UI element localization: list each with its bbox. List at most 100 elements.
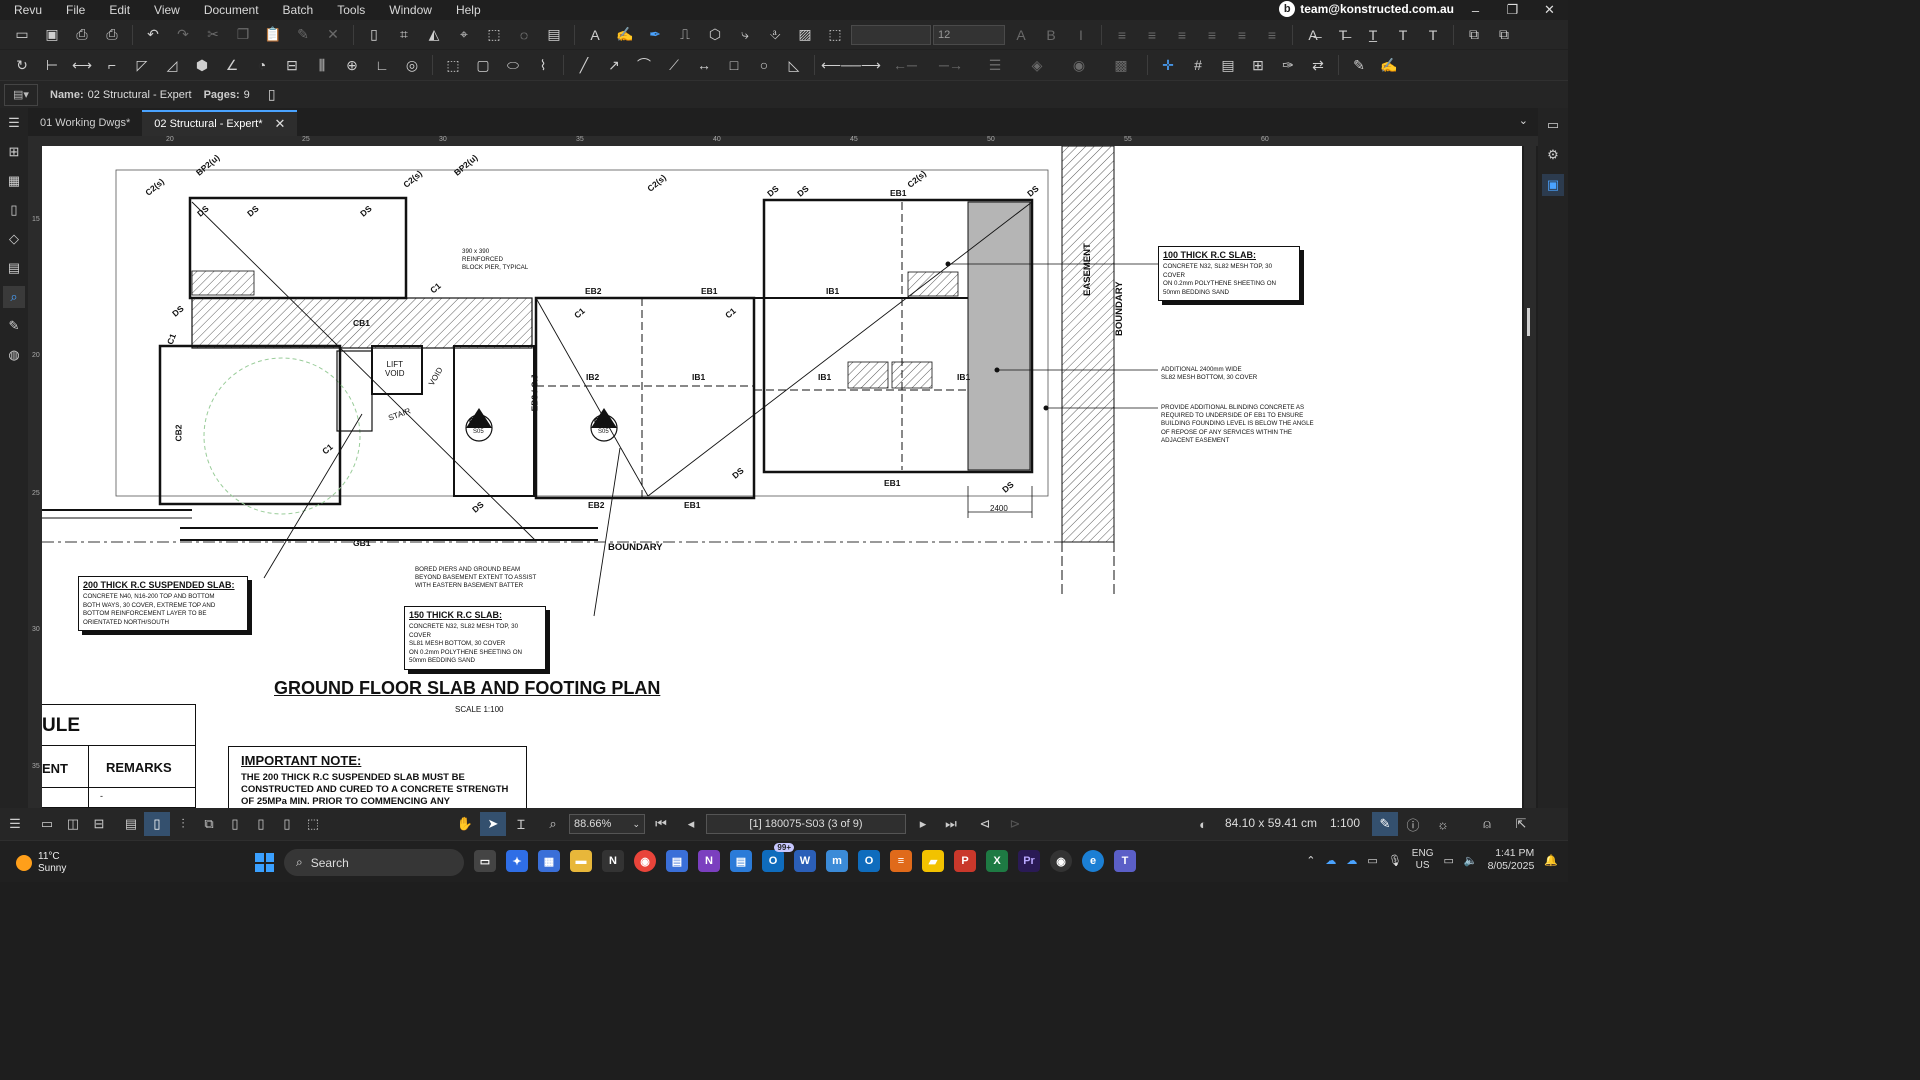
copilot-icon[interactable]: ✦	[506, 850, 528, 872]
measurements-icon[interactable]: ▭	[1542, 114, 1564, 136]
cloud-plus-icon[interactable]: ⬚	[439, 53, 467, 77]
snapshot-icon[interactable]: ⬚	[480, 23, 508, 47]
measure-radius-icon[interactable]: ⊕	[338, 53, 366, 77]
line-color-icon[interactable]: ◈	[1017, 53, 1057, 77]
save-icon[interactable]: ▣	[38, 23, 66, 47]
polygon-icon[interactable]: ⬡	[701, 23, 729, 47]
section-marker-g02[interactable]: G.02	[594, 417, 611, 426]
measure-arc-icon[interactable]: ◔	[248, 53, 276, 77]
signature-icon[interactable]: ⎀	[761, 23, 789, 47]
sign-icon[interactable]: ✍	[1375, 53, 1403, 77]
cloud-icon[interactable]: ⬭	[499, 53, 527, 77]
measure-area-icon[interactable]: ◿	[158, 53, 186, 77]
account-menu[interactable]: b team@konstructed.com.au	[1279, 1, 1454, 17]
onenote-icon[interactable]: N	[698, 850, 720, 872]
volume-icon[interactable]: 🔈	[1464, 854, 1478, 867]
menu-view[interactable]: View	[142, 3, 192, 17]
replace-text-icon[interactable]: T	[1389, 23, 1417, 47]
menu-edit[interactable]: Edit	[97, 3, 142, 17]
grid-icon[interactable]: #	[1184, 53, 1212, 77]
format-painter-icon[interactable]: ✎	[289, 23, 317, 47]
rotate-icon[interactable]: ↻	[8, 53, 36, 77]
page-scale[interactable]: 1:100	[1330, 816, 1360, 830]
taskbar-search[interactable]: ⌕ Search	[284, 849, 464, 876]
snap-to-content-icon[interactable]: ✛	[1154, 53, 1182, 77]
premiere-icon[interactable]: Pr	[1018, 850, 1040, 872]
delete-icon[interactable]: ✕	[319, 23, 347, 47]
measure-cutout-icon[interactable]: ∟	[368, 53, 396, 77]
first-page-icon[interactable]: ⏮	[648, 812, 674, 836]
last-page-icon[interactable]: ⏭	[938, 812, 964, 836]
menu-batch[interactable]: Batch	[271, 3, 326, 17]
single-page-mode-icon[interactable]: ▤	[118, 812, 144, 836]
teams-icon[interactable]: T	[1114, 850, 1136, 872]
line-weight-icon[interactable]: ☰	[975, 53, 1015, 77]
cut-icon[interactable]: ✂	[199, 23, 227, 47]
scrollbar-thumb[interactable]	[1527, 308, 1530, 336]
bluebeam-taskbar-icon[interactable]: ◉	[1050, 850, 1072, 872]
lasso-icon[interactable]: ◌	[510, 23, 538, 47]
previous-page-icon[interactable]: ◂	[678, 812, 704, 836]
maximize-button[interactable]: ❐	[1494, 0, 1531, 20]
menu-revu[interactable]: Revu	[0, 3, 54, 17]
fit-width-icon[interactable]: ▯	[248, 812, 274, 836]
zoom-icon[interactable]: ⌕	[540, 812, 566, 836]
open-icon[interactable]: ▭	[8, 23, 36, 47]
tray-chevron-icon[interactable]: ⌃	[1306, 854, 1315, 867]
align-left-icon[interactable]: ≡	[1108, 23, 1136, 47]
menu-tools[interactable]: Tools	[325, 3, 377, 17]
redo-icon[interactable]: ↷	[169, 23, 197, 47]
pdf-viewer-icon[interactable]: ▤	[666, 850, 688, 872]
export-icon[interactable]: ⇱	[1508, 812, 1534, 836]
font-family-select[interactable]	[851, 24, 931, 45]
bookmarks-icon[interactable]: ▯	[3, 199, 25, 221]
previous-view-icon[interactable]: ⊲	[972, 812, 998, 836]
align-middle-icon[interactable]: ≡	[1228, 23, 1256, 47]
panels-list-icon[interactable]: ☰	[2, 812, 28, 836]
measure-volume-icon[interactable]: ⬢	[188, 53, 216, 77]
italic-icon[interactable]: I	[1067, 23, 1095, 47]
measure-perimeter-icon[interactable]: ◸	[128, 53, 156, 77]
callout-100-slab[interactable]: 100 THICK R.C SLAB: CONCRETE N32, SL82 M…	[1158, 246, 1300, 301]
document-menu-icon[interactable]: ▤▾	[4, 83, 38, 106]
microphone-icon[interactable]: 🎙	[1388, 854, 1402, 867]
fit-page-icon[interactable]: ▯	[222, 812, 248, 836]
snap-grid-icon[interactable]: ⊞	[1244, 53, 1272, 77]
line-icon[interactable]: ╱	[570, 53, 598, 77]
align-top-icon[interactable]: ≡	[1198, 23, 1226, 47]
contrast-icon[interactable]: ◐	[1190, 812, 1216, 836]
layers-icon[interactable]: ◇	[3, 228, 25, 250]
select-icon[interactable]: ⌖	[450, 23, 478, 47]
info-icon[interactable]: ⓘ	[1400, 812, 1426, 836]
measure-diameter-icon[interactable]: ⊟	[278, 53, 306, 77]
ellipse-icon[interactable]: ○	[750, 53, 778, 77]
sticky-notes-icon[interactable]: ▰	[922, 850, 944, 872]
align-center-icon[interactable]: ≡	[1138, 23, 1166, 47]
bold-icon[interactable]: B	[1037, 23, 1065, 47]
measure-polylength-icon[interactable]: ⌐	[98, 53, 126, 77]
tabs-dropdown-icon[interactable]: ⌄	[1519, 114, 1528, 127]
continuous-mode-icon[interactable]: ▯	[144, 812, 170, 836]
page-setup-icon[interactable]: ▤	[1214, 53, 1242, 77]
language-indicator[interactable]: ENG US	[1412, 848, 1434, 872]
zoom-level-select[interactable]: 88.66% ⌄	[569, 814, 645, 834]
notion-icon[interactable]: N	[602, 850, 624, 872]
rectangle-shape-icon[interactable]: □	[720, 53, 748, 77]
sketch-icon[interactable]: ✎	[1345, 53, 1373, 77]
select-text-icon[interactable]: Ɪ	[508, 812, 534, 836]
weather-widget[interactable]: 11°C Sunny	[16, 851, 66, 875]
toolchest-icon[interactable]: ▣	[1542, 174, 1564, 196]
fill-color-icon[interactable]: ◉	[1059, 53, 1099, 77]
file-explorer-icon[interactable]: ▬	[570, 850, 592, 872]
callout-200-suspended-slab[interactable]: 200 THICK R.C SUSPENDED SLAB: CONCRETE N…	[78, 576, 248, 631]
page-selector[interactable]: [1] 180075-S03 (3 of 9)	[706, 814, 906, 834]
align-right-icon[interactable]: ≡	[1168, 23, 1196, 47]
font-size-select[interactable]: 12	[933, 24, 1005, 45]
pan-hand-icon[interactable]: ✋	[452, 812, 478, 836]
device-icon[interactable]: ▭	[1367, 854, 1377, 867]
sync-icon[interactable]: ⇄	[1304, 53, 1332, 77]
minimize-button[interactable]: –	[1457, 0, 1494, 20]
studio-icon[interactable]: ◍	[3, 344, 25, 366]
copy-icon[interactable]: ❐	[229, 23, 257, 47]
windows-start-icon[interactable]	[255, 853, 274, 872]
